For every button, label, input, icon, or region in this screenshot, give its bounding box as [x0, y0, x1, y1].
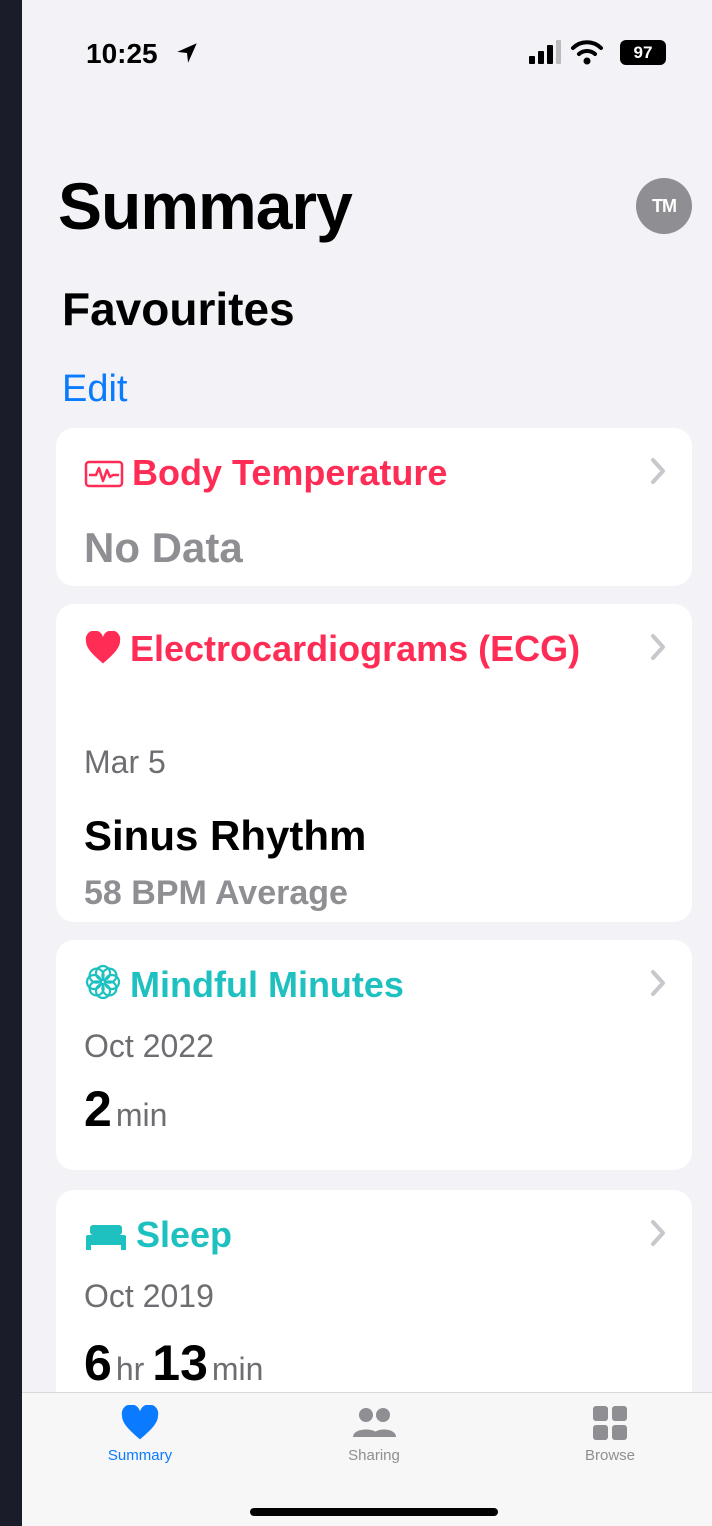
home-indicator[interactable] [250, 1508, 498, 1516]
mindfulness-icon [85, 964, 121, 1000]
card-title-row: Body Temperature [84, 450, 624, 496]
tab-summary[interactable]: Summary [60, 1405, 220, 1464]
chevron-right-icon [651, 1220, 665, 1246]
battery-indicator: 97 [620, 40, 666, 65]
grid-icon [593, 1406, 627, 1440]
tab-browse[interactable]: Browse [530, 1405, 690, 1464]
hours-unit: hr [115, 1351, 145, 1387]
tab-label: Browse [584, 1447, 636, 1464]
favourites-heading: Favourites [62, 283, 295, 335]
heart-icon [85, 631, 121, 664]
card-date: Oct 2019 [84, 1278, 214, 1314]
bed-icon [86, 1225, 126, 1250]
avatar[interactable]: TM [636, 178, 692, 234]
ecg-card[interactable]: Electrocardiograms (ECG) Mar 5 Sinus Rhy… [56, 604, 692, 922]
status-time: 10:25 [86, 38, 158, 69]
hours-number: 6 [84, 1335, 112, 1391]
minutes-unit: min [211, 1351, 264, 1387]
mindful-value: 2 min [84, 1080, 175, 1138]
chevron-right-icon [651, 458, 665, 484]
status-bar: 10:25 97 [22, 0, 712, 100]
sleep-value: 6 hr 13 min [84, 1334, 271, 1392]
card-title-row: Sleep [84, 1212, 624, 1258]
cellular-signal-icon [529, 40, 561, 64]
people-icon [353, 1408, 396, 1437]
ecg-result: Sinus Rhythm [84, 812, 367, 859]
tab-sharing[interactable]: Sharing [294, 1405, 454, 1464]
waveform-icon [84, 460, 124, 488]
wifi-icon [571, 40, 603, 65]
card-title-row: Electrocardiograms (ECG) [84, 626, 624, 672]
tab-label: Sharing [348, 1447, 400, 1464]
no-data-label: No Data [84, 524, 243, 571]
minutes-number: 13 [152, 1335, 208, 1391]
chevron-right-icon [651, 970, 665, 996]
ecg-bpm-average: 58 BPM Average [84, 874, 348, 912]
mindful-minutes-card[interactable]: Mindful Minutes Oct 2022 2 min [56, 940, 692, 1170]
card-date: Oct 2022 [84, 1028, 214, 1064]
location-arrow-icon [177, 43, 197, 63]
card-title: Electrocardiograms (ECG) [130, 628, 581, 669]
edit-button[interactable]: Edit [62, 368, 127, 411]
heart-icon [121, 1405, 159, 1440]
card-title: Body Temperature [132, 452, 448, 493]
tab-label: Summary [107, 1447, 173, 1464]
card-title: Mindful Minutes [130, 964, 404, 1005]
card-date: Mar 5 [84, 744, 166, 780]
value-unit: min [115, 1097, 168, 1133]
body-temperature-card[interactable]: Body Temperature No Data [56, 428, 692, 586]
tab-bar: Summary Sharing Browse [22, 1392, 712, 1526]
card-title: Sleep [136, 1214, 233, 1255]
card-title-row: Mindful Minutes [84, 962, 624, 1008]
phone-screen: 10:25 97 Summary TM Favourites Edit Body… [22, 0, 712, 1526]
page-title: Summary [58, 169, 353, 243]
chevron-right-icon [651, 634, 665, 660]
value-number: 2 [84, 1081, 112, 1137]
